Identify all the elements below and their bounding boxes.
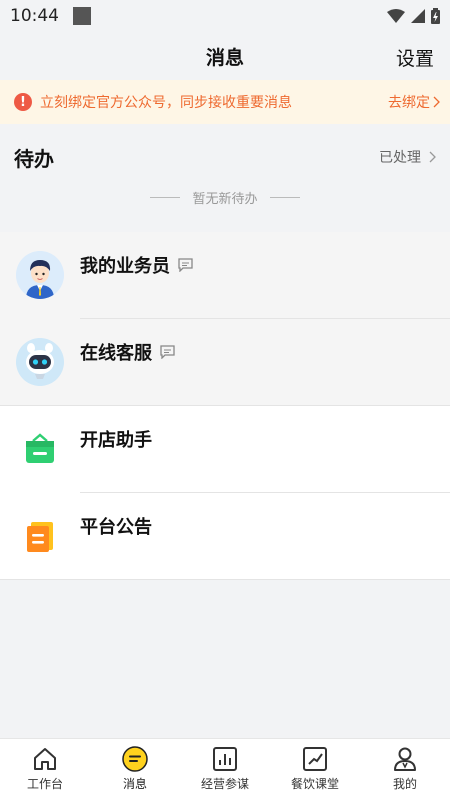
divider-line — [269, 196, 300, 198]
empty-text: 暂无新待办 — [192, 191, 258, 207]
chat-bubble-icon — [160, 345, 175, 359]
chevron-right-icon — [433, 96, 440, 108]
list-item-platform-announcement[interactable]: 平台公告 — [0, 493, 450, 580]
status-time: 10:44 — [10, 6, 59, 26]
page-title: 消息 — [205, 46, 244, 69]
bind-official-account-banner[interactable]: ! 立刻绑定官方公众号，同步接收重要消息 去绑定 — [0, 80, 450, 124]
list-item-title-row: 在线客服 — [80, 339, 175, 365]
bottom-tab-bar: 工作台 消息 经营参谋 餐饮课堂 我的 — [0, 738, 450, 800]
list-item-title: 在线客服 — [80, 343, 152, 364]
chevron-right-icon — [429, 151, 436, 163]
tab-label: 工作台 — [26, 777, 63, 791]
message-list: 我的业务员 在线客服 开店助手 平台公告 — [0, 232, 450, 580]
processed-link[interactable]: 已处理 — [379, 147, 436, 167]
list-item-title-row: 平台公告 — [80, 513, 152, 539]
list-item-title: 我的业务员 — [80, 256, 170, 277]
tab-business-advisor[interactable]: 经营参谋 — [180, 739, 270, 800]
tab-label: 我的 — [392, 777, 417, 791]
status-bar: 10:44 — [0, 0, 450, 32]
tab-label: 消息 — [122, 777, 147, 791]
signal-icon — [411, 9, 425, 23]
divider — [0, 579, 450, 580]
bind-link-label: 去绑定 — [388, 95, 430, 111]
divider-line — [150, 196, 181, 198]
banner-text: 立刻绑定官方公众号，同步接收重要消息 — [40, 95, 292, 111]
processed-label: 已处理 — [379, 150, 421, 166]
wifi-icon — [387, 9, 405, 23]
list-item-title-row: 开店助手 — [80, 426, 152, 452]
list-item-title: 开店助手 — [80, 430, 152, 451]
list-item-shop-assistant[interactable]: 开店助手 — [0, 406, 450, 493]
todo-title: 待办 — [14, 146, 54, 171]
settings-button[interactable]: 设置 — [396, 44, 434, 71]
announcement-icon — [16, 512, 64, 560]
shop-bag-icon — [16, 425, 64, 473]
todo-header: 待办 已处理 — [0, 124, 450, 190]
bar-chart-icon — [213, 747, 237, 771]
battery-icon — [431, 8, 440, 24]
tab-label: 经营参谋 — [200, 777, 249, 791]
robot-avatar-icon — [16, 338, 64, 386]
list-item-salesman[interactable]: 我的业务员 — [0, 232, 450, 319]
person-icon — [394, 747, 416, 771]
message-icon — [122, 746, 148, 772]
trend-chart-icon — [303, 747, 327, 771]
home-icon — [34, 748, 56, 770]
list-item-title-row: 我的业务员 — [80, 252, 193, 278]
tab-mine[interactable]: 我的 — [360, 739, 450, 800]
list-item-title: 平台公告 — [80, 517, 152, 538]
bind-link[interactable]: 去绑定 — [388, 92, 440, 112]
tab-label: 餐饮课堂 — [290, 777, 339, 791]
list-item-online-service[interactable]: 在线客服 — [0, 319, 450, 406]
alert-icon: ! — [14, 93, 32, 111]
notification-icon — [73, 7, 91, 25]
tab-catering-class[interactable]: 餐饮课堂 — [270, 739, 360, 800]
salesman-avatar-icon — [16, 251, 64, 299]
top-nav-bar: 消息 设置 — [0, 32, 450, 80]
tab-workbench[interactable]: 工作台 — [0, 739, 90, 800]
todo-empty-state: 暂无新待办 — [0, 182, 450, 212]
tab-messages[interactable]: 消息 — [90, 739, 180, 800]
chat-bubble-icon — [178, 258, 193, 272]
